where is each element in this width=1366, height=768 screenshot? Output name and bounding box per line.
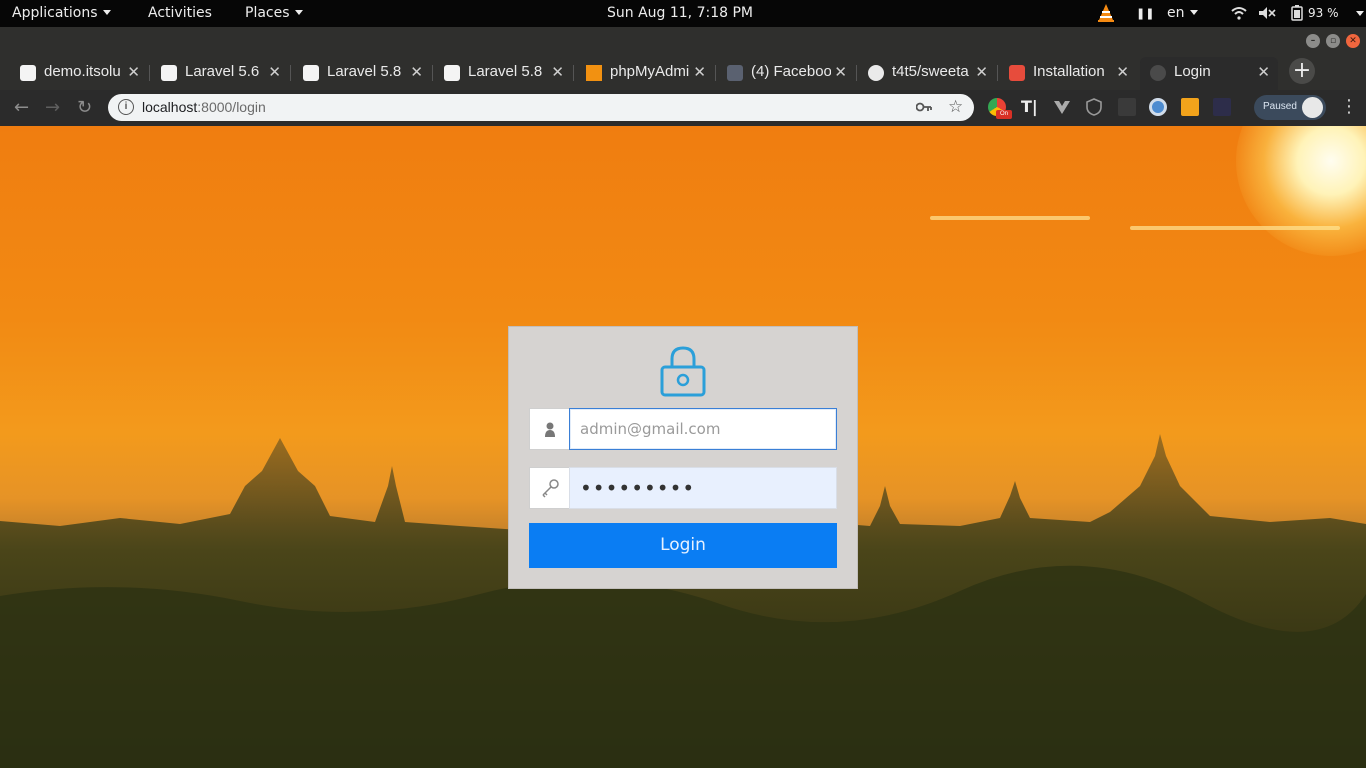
tab[interactable]: phpMyAdmi ✕ — [576, 57, 714, 90]
tab[interactable]: Laravel 5.8 ✕ — [434, 57, 572, 90]
places-menu[interactable]: Places — [245, 0, 303, 27]
tab-active[interactable]: Login ✕ — [1140, 57, 1278, 90]
address-bar[interactable]: i localhost:8000/login ☆ — [108, 94, 974, 121]
tab-title: Laravel 5.6 — [185, 63, 260, 80]
activities-button[interactable]: Activities — [148, 0, 212, 27]
tab[interactable]: Installation ✕ — [999, 57, 1137, 90]
tab-title: Laravel 5.8 — [327, 63, 402, 80]
document-extension-icon[interactable] — [1118, 98, 1136, 116]
tab-close-icon[interactable]: ✕ — [975, 63, 988, 81]
back-icon[interactable]: ← — [14, 97, 29, 118]
tab-title: phpMyAdmi — [610, 63, 690, 80]
maximize-button[interactable]: ▫ — [1326, 34, 1340, 48]
pause-icon[interactable]: ❚❚ — [1136, 0, 1154, 27]
tab-close-icon[interactable]: ✕ — [1116, 63, 1129, 81]
key-icon — [529, 467, 569, 509]
email-field-group — [529, 408, 837, 450]
menu-kebab-icon[interactable]: ⋮ — [1340, 96, 1358, 117]
battery-icon[interactable] — [1290, 5, 1304, 21]
url-text[interactable]: localhost:8000/login — [142, 99, 266, 115]
top-panel: Applications Activities Places Sun Aug 1… — [0, 0, 1366, 27]
system-menu-caret-icon[interactable] — [1356, 11, 1364, 16]
profile-paused-button[interactable]: Paused — [1254, 95, 1326, 120]
tab-title: demo.itsolu — [44, 63, 121, 80]
close-window-button[interactable]: ✕ — [1346, 34, 1360, 48]
tab-close-icon[interactable]: ✕ — [127, 63, 140, 81]
on-badge: On — [996, 110, 1012, 119]
tab-close-icon[interactable]: ✕ — [1257, 63, 1270, 81]
text-extension-icon[interactable]: T| — [1021, 98, 1039, 116]
facebook-favicon-icon — [727, 65, 743, 81]
tab[interactable]: Laravel 5.8 ✕ — [293, 57, 431, 90]
tab-close-icon[interactable]: ✕ — [268, 63, 281, 81]
login-card: Login — [508, 326, 858, 589]
tab-title: Installation — [1033, 63, 1105, 80]
tab-favicon-icon — [20, 65, 36, 81]
tab-divider — [997, 65, 998, 81]
tab-close-icon[interactable]: ✕ — [693, 63, 706, 81]
tab-close-icon[interactable]: ✕ — [410, 63, 423, 81]
tab-favicon-icon — [161, 65, 177, 81]
phpmyadmin-favicon-icon — [586, 65, 602, 81]
tab-divider — [856, 65, 857, 81]
circle-extension-icon[interactable] — [1149, 98, 1167, 116]
email-input[interactable] — [569, 408, 837, 450]
wifi-icon[interactable] — [1231, 6, 1247, 20]
tab-title: Login — [1174, 63, 1211, 80]
tab[interactable]: demo.itsolu ✕ — [10, 57, 148, 90]
cloud-streak — [1130, 226, 1340, 230]
forward-icon[interactable]: → — [45, 97, 60, 118]
tab-divider — [715, 65, 716, 81]
clock[interactable]: Sun Aug 11, 7:18 PM — [607, 0, 753, 27]
key-icon[interactable] — [916, 101, 932, 113]
tab-divider — [149, 65, 150, 81]
github-favicon-icon — [868, 65, 884, 81]
tab-title: (4) Faceboo — [751, 63, 831, 80]
tab-strip: demo.itsolu ✕ Laravel 5.6 ✕ Laravel 5.8 … — [0, 55, 1366, 90]
tab-favicon-icon — [303, 65, 319, 81]
tab-close-icon[interactable]: ✕ — [551, 63, 564, 81]
dark-extension-icon[interactable] — [1213, 98, 1231, 116]
cloud-streak — [930, 216, 1090, 220]
reload-icon[interactable]: ↻ — [77, 97, 92, 118]
tab-divider — [290, 65, 291, 81]
login-button[interactable]: Login — [529, 523, 837, 568]
sun-glow — [1236, 126, 1366, 256]
tab-favicon-icon — [444, 65, 460, 81]
shield-icon[interactable] — [1085, 98, 1103, 116]
password-input[interactable] — [569, 467, 837, 509]
window-titlebar[interactable]: – ▫ ✕ — [0, 27, 1366, 55]
avatar — [1302, 97, 1323, 118]
password-field-group — [529, 467, 837, 509]
tab[interactable]: (4) Faceboo ✕ — [717, 57, 855, 90]
minimize-button[interactable]: – — [1306, 34, 1320, 48]
vlc-icon[interactable] — [1096, 3, 1116, 23]
bookmark-star-icon[interactable]: ☆ — [948, 97, 963, 117]
battery-percent: 93 % — [1308, 6, 1339, 20]
laravel-favicon-icon — [1009, 65, 1025, 81]
tab-divider — [432, 65, 433, 81]
volume-muted-icon[interactable] — [1258, 6, 1276, 20]
tab-title: t4t5/sweeta — [892, 63, 969, 80]
lock-icon — [660, 346, 706, 397]
tab[interactable]: Laravel 5.6 ✕ — [151, 57, 289, 90]
site-info-icon[interactable]: i — [118, 99, 134, 115]
vue-devtools-icon[interactable] — [1053, 98, 1071, 116]
tab[interactable]: t4t5/sweeta ✕ — [858, 57, 996, 90]
new-tab-button[interactable]: + — [1289, 58, 1315, 84]
user-icon — [529, 408, 569, 450]
applications-menu[interactable]: Applications — [12, 0, 111, 27]
loading-favicon-icon — [1150, 65, 1166, 81]
tab-close-icon[interactable]: ✕ — [834, 63, 847, 81]
language-selector[interactable]: en — [1167, 0, 1198, 27]
orange-extension-icon[interactable] — [1181, 98, 1199, 116]
tab-divider — [573, 65, 574, 81]
tab-title: Laravel 5.8 — [468, 63, 543, 80]
